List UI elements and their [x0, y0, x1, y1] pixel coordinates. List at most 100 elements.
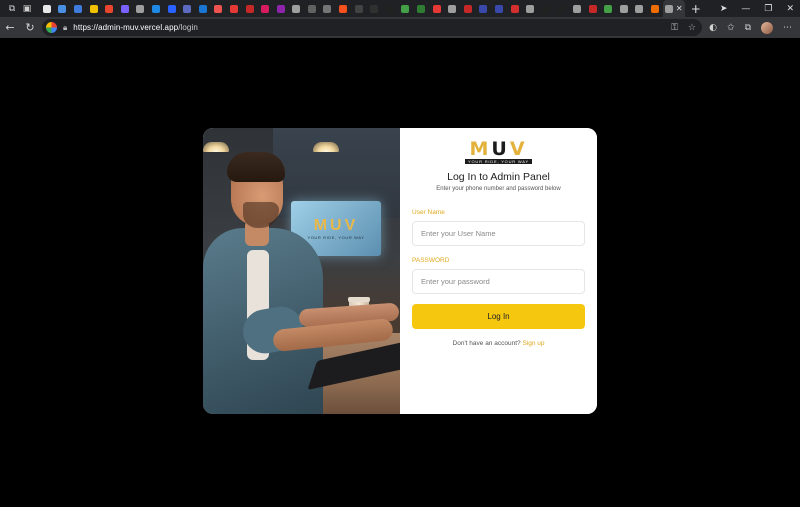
browser-essentials-icon[interactable]: ◐: [709, 23, 717, 33]
browser-tab[interactable]: [257, 0, 273, 17]
login-button[interactable]: Log In: [412, 304, 585, 329]
cursor-icon: ➤: [719, 3, 728, 14]
browser-tab[interactable]: [273, 0, 289, 17]
tab-favicon-icon: [229, 4, 238, 13]
tab-favicon-icon: [136, 4, 145, 13]
menu-icon[interactable]: ⋯: [783, 23, 792, 33]
browser-tab[interactable]: [429, 0, 445, 17]
minimize-icon[interactable]: —: [741, 4, 750, 14]
browser-tab[interactable]: [55, 0, 71, 17]
tab-favicon-icon: [495, 4, 504, 13]
browser-tab[interactable]: [211, 0, 227, 17]
browser-tab[interactable]: [70, 0, 86, 17]
username-input[interactable]: [412, 221, 585, 246]
browser-tab[interactable]: ✕: [662, 0, 685, 17]
profile-avatar[interactable]: [761, 21, 773, 34]
tab-favicon-icon: [261, 4, 270, 13]
browser-tab[interactable]: [476, 0, 492, 17]
new-tab-button[interactable]: +: [691, 2, 703, 16]
favorites-icon[interactable]: ✩: [727, 23, 735, 33]
logo-letter-u: U: [491, 138, 510, 160]
tab-favicon-icon: [401, 4, 410, 13]
tab-favicon-icon: [58, 4, 67, 13]
window-controls: ➤ — ❐ ✕: [720, 0, 794, 17]
key-icon[interactable]: ⚿: [671, 23, 678, 33]
browser-tab[interactable]: [226, 0, 242, 17]
omnibox[interactable]: 🔒︎ https://admin-muv.vercel.app/login ⚿ …: [42, 19, 702, 36]
browser-tab[interactable]: [507, 0, 523, 17]
tab-favicon-icon: [448, 4, 457, 13]
tab-bar-left-controls: ⧉ ▣: [0, 3, 33, 15]
workspaces-icon[interactable]: ⧉: [6, 3, 18, 15]
url-text[interactable]: https://admin-muv.vercel.app/login: [73, 23, 198, 32]
close-window-icon[interactable]: ✕: [786, 4, 794, 14]
browser-tab[interactable]: [616, 0, 632, 17]
browser-tab[interactable]: [460, 0, 476, 17]
close-tab-icon[interactable]: ✕: [676, 4, 683, 13]
extensions-icon[interactable]: ⧉: [745, 23, 751, 33]
form-title: Log In to Admin Panel: [447, 171, 550, 183]
toolbar-extensions: ◐ ✩ ⧉ ⋯: [709, 17, 792, 38]
browser-tab[interactable]: [86, 0, 102, 17]
refresh-icon[interactable]: ↻: [20, 21, 40, 34]
browser-tab[interactable]: [491, 0, 507, 17]
tab-favicon-icon: [214, 4, 223, 13]
browser-tab[interactable]: [444, 0, 460, 17]
browser-tab[interactable]: [366, 0, 382, 17]
tab-favicon-icon: [245, 4, 254, 13]
browser-tab[interactable]: [554, 0, 570, 17]
browser-tab[interactable]: [351, 0, 367, 17]
tab-favicon-icon: [417, 4, 426, 13]
omnibox-actions: ⚿ ☆: [671, 23, 696, 33]
tab-actions-icon[interactable]: ▣: [21, 3, 33, 15]
restore-icon[interactable]: ❐: [764, 4, 772, 14]
back-icon[interactable]: ←: [0, 21, 20, 34]
tab-favicon-icon: [292, 4, 301, 13]
monitor-tagline: YOUR RIDE, YOUR WAY: [307, 235, 365, 240]
tab-favicon-icon: [664, 4, 673, 13]
browser-tab[interactable]: [133, 0, 149, 17]
browser-tab[interactable]: [242, 0, 258, 17]
browser-tab[interactable]: [148, 0, 164, 17]
browser-tab[interactable]: [320, 0, 336, 17]
logo-letter-m: M: [469, 138, 492, 160]
browser-tab[interactable]: [335, 0, 351, 17]
pendant-lamp: [203, 142, 229, 152]
logo-mark: MUV: [469, 138, 528, 160]
browser-tab[interactable]: [382, 0, 398, 17]
tab-favicon-icon: [385, 4, 394, 13]
browser-tab[interactable]: [195, 0, 211, 17]
browser-tab[interactable]: [39, 0, 55, 17]
browser-tab[interactable]: [585, 0, 601, 17]
browser-tab[interactable]: [117, 0, 133, 17]
password-input[interactable]: [412, 269, 585, 294]
browser-tab[interactable]: [179, 0, 195, 17]
browser-tab[interactable]: [538, 0, 554, 17]
tab-favicon-icon: [151, 4, 160, 13]
browser-tab[interactable]: [600, 0, 616, 17]
tab-favicon-icon: [510, 4, 519, 13]
browser-tab[interactable]: [304, 0, 320, 17]
tab-favicon-icon: [541, 4, 550, 13]
password-label: PASSWORD: [412, 257, 450, 264]
logo-letter-v: V: [509, 138, 528, 160]
browser-tab[interactable]: [398, 0, 414, 17]
tab-favicon-icon: [307, 4, 316, 13]
browser-tab[interactable]: [164, 0, 180, 17]
tab-favicon-icon: [120, 4, 129, 13]
browser-tab[interactable]: [569, 0, 585, 17]
signup-link[interactable]: Sign up: [522, 340, 544, 347]
browser-tab[interactable]: [647, 0, 663, 17]
signup-row: Don't have an account? Sign up: [400, 340, 597, 347]
browser-tab[interactable]: [289, 0, 305, 17]
browser-tab[interactable]: [413, 0, 429, 17]
tab-favicon-icon: [105, 4, 114, 13]
tab-favicon-icon: [619, 4, 628, 13]
tab-favicon-icon: [557, 4, 566, 13]
lock-icon[interactable]: 🔒︎: [63, 23, 67, 33]
favorite-star-icon[interactable]: ☆: [688, 23, 696, 33]
browser-tab[interactable]: [522, 0, 538, 17]
person-beard: [243, 202, 279, 228]
browser-tab[interactable]: [101, 0, 117, 17]
browser-tab[interactable]: [632, 0, 648, 17]
